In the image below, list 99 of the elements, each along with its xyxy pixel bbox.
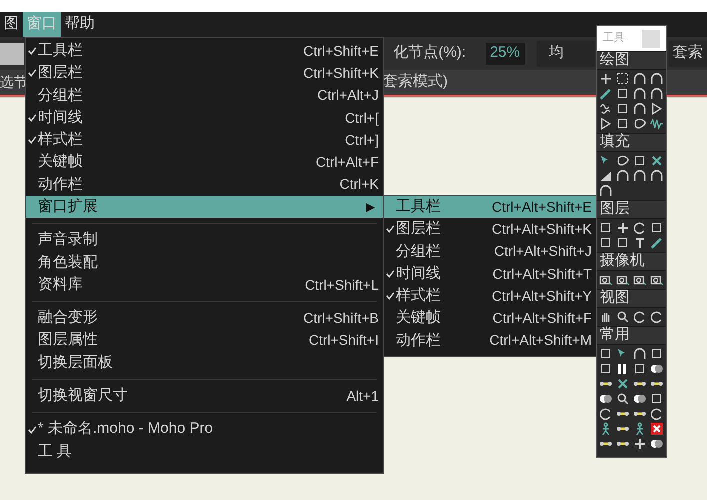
- circles-icon[interactable]: [633, 392, 647, 406]
- arch-icon[interactable]: [616, 169, 630, 183]
- section-header: 图层: [597, 200, 666, 219]
- menu-item[interactable]: 切换层面板: [26, 352, 383, 374]
- x-mark-icon[interactable]: [616, 377, 630, 391]
- square-icon[interactable]: [599, 362, 613, 376]
- split-button[interactable]: 均: [536, 40, 596, 66]
- bean-icon[interactable]: [633, 117, 647, 131]
- plus-icon[interactable]: [616, 221, 630, 235]
- menu-bar-item[interactable]: 图: [0, 12, 23, 37]
- menu-item[interactable]: 窗口扩展 ▶: [26, 196, 383, 218]
- menu-item[interactable]: 时间线 Ctrl+Alt+Shift+T: [384, 262, 596, 286]
- arch-icon[interactable]: [633, 169, 647, 183]
- section-header: 填充: [597, 133, 666, 152]
- dashed-square-icon[interactable]: [616, 72, 630, 86]
- square-icon[interactable]: [616, 87, 630, 101]
- square-icon[interactable]: [616, 236, 630, 250]
- square-icon[interactable]: [650, 392, 664, 406]
- simplify-label: 化节点(%):: [394, 43, 466, 64]
- triangle-icon[interactable]: [650, 102, 664, 116]
- menu-item[interactable]: 动作栏 Ctrl+K: [26, 174, 383, 196]
- arch-icon[interactable]: [650, 87, 664, 101]
- panel-title: 工具: [603, 31, 625, 46]
- menu-item[interactable]: 样式栏 Ctrl+Alt+Shift+Y: [384, 285, 596, 308]
- magnifier-icon[interactable]: [616, 310, 630, 324]
- menu-item[interactable]: 切换视窗尺寸 Alt+1: [26, 385, 383, 408]
- check-icon: [28, 69, 36, 78]
- menu-item[interactable]: 图层栏 Ctrl+Shift+K: [26, 62, 383, 85]
- check-icon: [28, 47, 36, 56]
- check-icon: [28, 114, 36, 122]
- square-icon[interactable]: [650, 221, 664, 235]
- arch-icon[interactable]: [650, 169, 664, 183]
- check-icon: [386, 270, 394, 278]
- section-header: 摄像机: [597, 252, 666, 271]
- rotate-icon[interactable]: [599, 407, 613, 421]
- plus-icon[interactable]: [633, 437, 647, 451]
- lasso-button[interactable]: 套索: [669, 40, 707, 66]
- square-icon[interactable]: [599, 236, 613, 250]
- menu-item[interactable]: 关键帧 Ctrl+Alt+F: [26, 151, 383, 174]
- x-mark-icon[interactable]: [650, 154, 664, 168]
- arch-icon[interactable]: [633, 102, 647, 116]
- arch-icon[interactable]: [633, 72, 647, 86]
- ramp-icon[interactable]: [599, 169, 613, 183]
- section-header: 绘图: [597, 51, 666, 70]
- circles-icon[interactable]: [650, 437, 664, 451]
- section-header: 视图: [597, 289, 666, 308]
- menu-item[interactable]: 时间线 Ctrl+[: [26, 106, 383, 130]
- rotate-icon[interactable]: [650, 407, 664, 421]
- triangle-icon[interactable]: [599, 117, 613, 131]
- section-header: 常用: [597, 326, 666, 345]
- menu-item[interactable]: 工 具: [26, 440, 383, 464]
- input-field[interactable]: [0, 42, 24, 64]
- menu-item[interactable]: 分组栏 Ctrl+Alt+Shift+J: [384, 240, 596, 263]
- wave-icon[interactable]: [650, 117, 664, 131]
- magnifier-icon[interactable]: [616, 392, 630, 406]
- simplify-field[interactable]: 25%: [486, 42, 525, 64]
- check-icon: [386, 225, 394, 234]
- circles-icon[interactable]: [599, 392, 613, 406]
- square-icon[interactable]: [616, 102, 630, 116]
- rotate-icon[interactable]: [633, 310, 647, 324]
- menu-item[interactable]: 工具栏 Ctrl+Alt+Shift+E: [384, 196, 596, 218]
- menu-item[interactable]: 声音录制: [26, 229, 383, 252]
- arch-icon[interactable]: [650, 72, 664, 86]
- square-icon[interactable]: [599, 221, 613, 235]
- text-t-icon[interactable]: [633, 236, 647, 250]
- rotate-icon[interactable]: [633, 221, 647, 235]
- square-icon[interactable]: [650, 347, 664, 361]
- circles-icon[interactable]: [650, 362, 664, 376]
- menu-item[interactable]: * 未命名.moho - Moho Pro: [26, 418, 383, 441]
- squiggle-icon[interactable]: [599, 102, 613, 116]
- square-icon[interactable]: [616, 117, 630, 131]
- square-icon[interactable]: [633, 154, 647, 168]
- menu-item[interactable]: 关键帧 Ctrl+Alt+Shift+F: [384, 307, 596, 330]
- menu-item[interactable]: 角色装配: [26, 252, 383, 274]
- arch-icon[interactable]: [599, 184, 613, 198]
- menu-item[interactable]: 分组栏 Ctrl+Alt+J: [26, 84, 383, 107]
- menu-item[interactable]: 图层栏 Ctrl+Alt+Shift+K: [384, 218, 596, 241]
- menu-item[interactable]: 样式栏 Ctrl+]: [26, 129, 383, 152]
- rotate-icon[interactable]: [650, 310, 664, 324]
- check-icon: [28, 136, 36, 144]
- check-icon: [28, 426, 36, 434]
- check-icon: [386, 292, 394, 300]
- pen-icon[interactable]: [650, 236, 664, 250]
- square-icon[interactable]: [633, 362, 647, 376]
- menu-item[interactable]: 图层属性 Ctrl+Shift+I: [26, 330, 383, 352]
- bean-icon[interactable]: [616, 154, 630, 168]
- menu-bar-item[interactable]: 帮助: [61, 12, 99, 37]
- arch-icon[interactable]: [633, 347, 647, 361]
- cross-icon[interactable]: [599, 72, 613, 86]
- menu-item[interactable]: 工具栏 Ctrl+Shift+E: [26, 40, 383, 62]
- square-icon[interactable]: [599, 347, 613, 361]
- select-label: 选节: [0, 73, 28, 92]
- x-box-icon[interactable]: [650, 422, 664, 436]
- arch-icon[interactable]: [633, 87, 647, 101]
- menu-item[interactable]: 融合变形 Ctrl+Shift+B: [26, 307, 383, 330]
- pen-icon[interactable]: [599, 87, 613, 101]
- menu-item[interactable]: 动作栏 Ctrl+Alt+Shift+M: [384, 330, 596, 352]
- menu-item[interactable]: 资料库 Ctrl+Shift+L: [26, 274, 383, 296]
- mode-label: 套索模式): [383, 72, 448, 92]
